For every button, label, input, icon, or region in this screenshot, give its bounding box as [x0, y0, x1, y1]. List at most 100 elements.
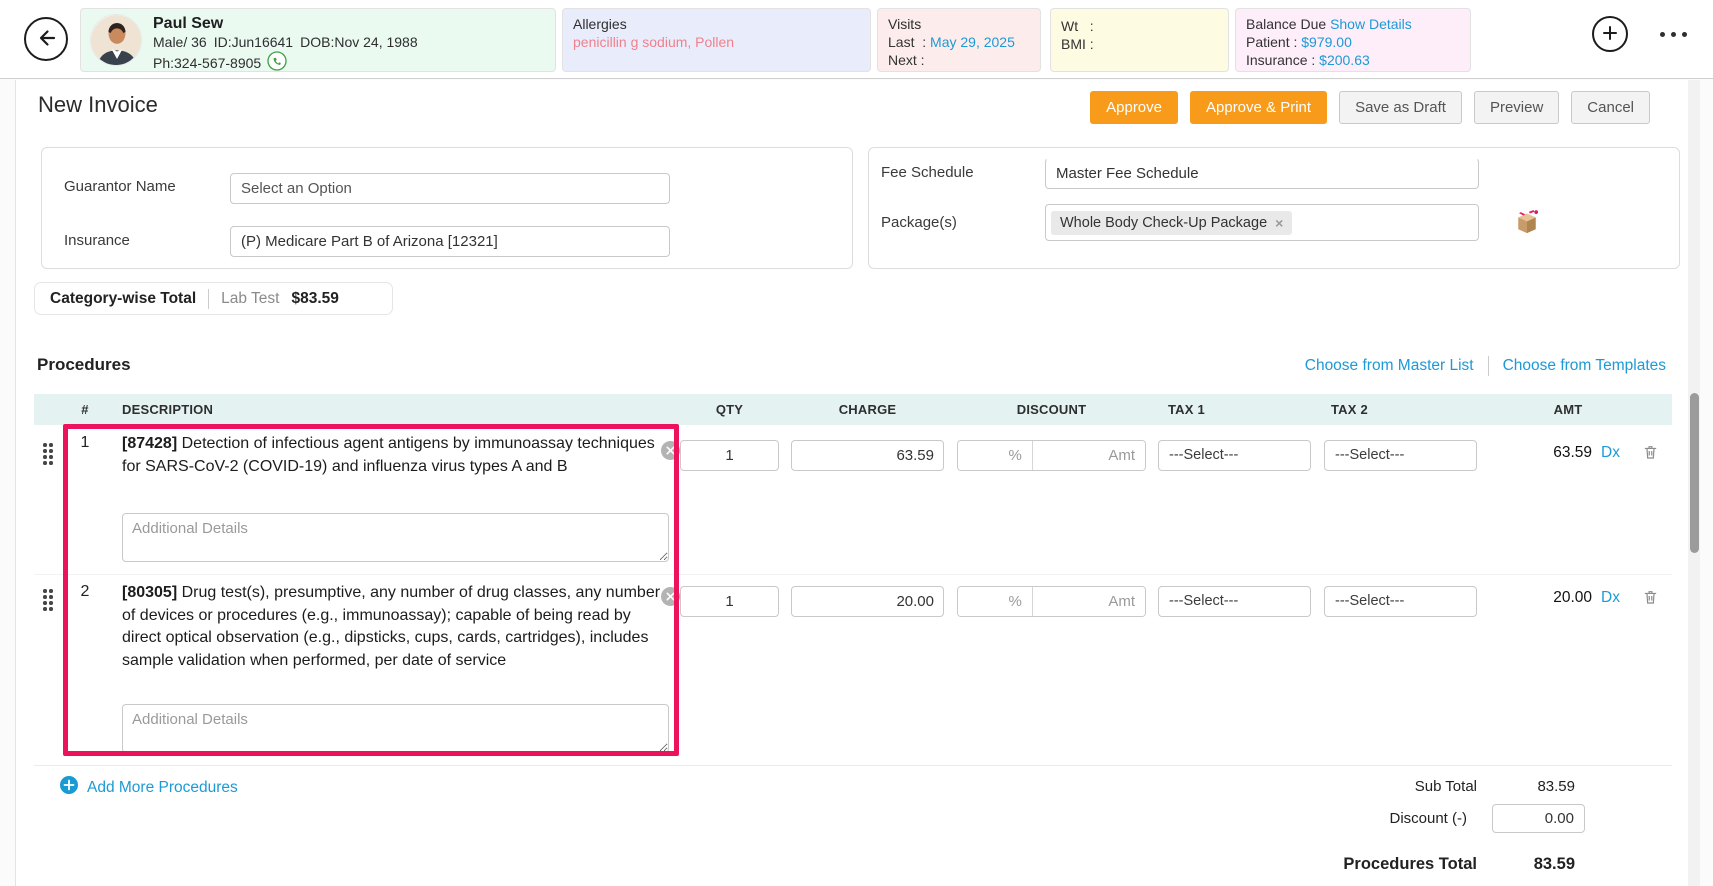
table-divider	[34, 765, 1672, 766]
balance-due-title: Balance Due	[1246, 16, 1327, 32]
discount-percent-input[interactable]	[958, 441, 1033, 470]
col-num: #	[81, 402, 89, 417]
add-more-procedures-button[interactable]: Add More Procedures	[60, 776, 238, 799]
packages-label: Package(s)	[881, 214, 957, 231]
guarantor-select[interactable]	[230, 173, 670, 204]
col-qty: QTY	[715, 402, 744, 417]
arrow-left-icon	[34, 26, 58, 53]
vertical-scrollbar[interactable]	[1688, 80, 1700, 886]
charge-input[interactable]	[791, 440, 944, 471]
discount-label: Discount (-)	[1389, 810, 1467, 827]
choose-from-master-list-link[interactable]: Choose from Master List	[1305, 357, 1474, 375]
packages-multiselect[interactable]: Whole Body Check-Up Package ×	[1045, 204, 1479, 241]
row-number: 1	[80, 434, 90, 451]
category-name: Lab Test	[221, 289, 280, 307]
allergies-card[interactable]: Allergies penicillin g sodium, Pollen	[562, 8, 871, 72]
additional-details-textarea[interactable]	[122, 704, 669, 753]
discount-amount-input[interactable]	[1032, 441, 1145, 470]
col-amt: AMT	[1553, 402, 1583, 417]
charge-input[interactable]	[791, 586, 944, 617]
discount-percent-input[interactable]	[958, 587, 1033, 616]
procedures-total-value: 83.59	[1533, 855, 1575, 873]
tax2-select[interactable]: ---Select---	[1324, 586, 1477, 617]
phone-call-icon[interactable]	[267, 51, 287, 75]
category-total-label: Category-wise Total	[50, 289, 197, 307]
fee-package-panel: Fee Schedule Package(s) Whole Body Check…	[868, 147, 1680, 269]
approve-button[interactable]: Approve	[1090, 91, 1178, 124]
vitals-card[interactable]: Wt : BMI :	[1050, 8, 1229, 72]
new-invoice-panel: New Invoice Approve Approve & Print Save…	[15, 80, 1700, 886]
allergies-value: penicillin g sodium, Pollen	[573, 34, 735, 50]
balance-patient-label: Patient :	[1246, 34, 1298, 50]
insurance-label: Insurance	[64, 232, 130, 249]
back-button[interactable]	[24, 17, 68, 61]
subtotal-row: Sub Total 83.59	[1116, 778, 1575, 795]
col-description: DESCRIPTION	[122, 402, 214, 417]
dx-link[interactable]: Dx	[1601, 589, 1620, 607]
delete-row-button[interactable]	[1642, 443, 1659, 461]
ellipsis-icon	[1660, 31, 1665, 37]
col-discount: DISCOUNT	[1016, 402, 1087, 417]
visits-last-label: Last :	[888, 34, 927, 50]
col-tax1: TAX 1	[1168, 402, 1205, 417]
patient-card[interactable]: Paul Sew Male/ 36 ID:Jun16641 DOB:Nov 24…	[80, 8, 556, 72]
remove-procedure-button[interactable]	[661, 441, 680, 460]
patient-header-bar: Paul Sew Male/ 36 ID:Jun16641 DOB:Nov 24…	[0, 0, 1713, 79]
qty-input[interactable]	[680, 440, 779, 471]
weight-label: Wt :	[1061, 18, 1094, 34]
avatar	[90, 14, 142, 66]
visits-next-label: Next :	[888, 52, 925, 68]
chip-remove-icon[interactable]: ×	[1275, 215, 1283, 231]
tax2-select[interactable]: ---Select---	[1324, 440, 1477, 471]
save-as-draft-button[interactable]: Save as Draft	[1339, 91, 1462, 124]
invoice-discount-input[interactable]	[1492, 804, 1585, 833]
procedure-row: 2 [80305] Drug test(s), presumptive, any…	[34, 574, 1672, 765]
procedure-row: 1 [87428] Detection of infectious agent …	[34, 426, 1672, 574]
remove-procedure-button[interactable]	[661, 587, 680, 606]
col-charge: CHARGE	[838, 402, 897, 417]
procedure-description: [80305] Drug test(s), presumptive, any n…	[122, 584, 661, 669]
balance-patient-value: $979.00	[1301, 34, 1352, 50]
tax1-select[interactable]: ---Select---	[1158, 440, 1311, 471]
balance-insurance-value: $200.63	[1319, 52, 1370, 68]
balance-due-card[interactable]: Balance Due Show Details Patient : $979.…	[1235, 8, 1471, 72]
more-options-button[interactable]	[1658, 26, 1689, 43]
procedure-description: [87428] Detection of infectious agent an…	[122, 435, 655, 475]
discount-inputs	[957, 440, 1146, 471]
drag-handle-icon[interactable]	[43, 589, 54, 612]
procedures-table-header: # DESCRIPTION QTY CHARGE DISCOUNT TAX 1 …	[34, 394, 1672, 425]
allergies-title: Allergies	[573, 16, 627, 32]
patient-dob: DOB:Nov 24, 1988	[300, 34, 418, 50]
preview-button[interactable]: Preview	[1473, 91, 1560, 124]
patient-name: Paul Sew	[153, 15, 224, 32]
delete-row-button[interactable]	[1642, 588, 1659, 606]
dx-link[interactable]: Dx	[1601, 444, 1620, 462]
balance-insurance-label: Insurance :	[1246, 52, 1316, 68]
insurance-select[interactable]	[230, 226, 670, 257]
choose-from-templates-link[interactable]: Choose from Templates	[1503, 357, 1666, 375]
category-amount: $83.59	[291, 289, 339, 307]
toolbar-buttons: Approve Approve & Print Save as Draft Pr…	[1090, 91, 1650, 124]
scrollbar-thumb[interactable]	[1689, 393, 1699, 553]
visits-title: Visits	[888, 16, 922, 32]
tax1-select[interactable]: ---Select---	[1158, 586, 1311, 617]
visits-card[interactable]: Visits Last : May 29, 2025 Next :	[877, 8, 1041, 72]
qty-input[interactable]	[680, 586, 779, 617]
show-details-link[interactable]: Show Details	[1330, 16, 1412, 32]
add-new-button[interactable]	[1592, 16, 1628, 52]
cancel-button[interactable]: Cancel	[1571, 91, 1650, 124]
row-number: 2	[80, 583, 90, 600]
approve-print-button[interactable]: Approve & Print	[1190, 91, 1328, 124]
additional-details-textarea[interactable]	[122, 513, 669, 562]
procedures-heading: Procedures	[37, 355, 131, 374]
package-box-icon[interactable]	[1513, 206, 1541, 239]
fee-schedule-select[interactable]	[1045, 158, 1479, 189]
discount-amount-input[interactable]	[1032, 587, 1145, 616]
subtotal-label: Sub Total	[1414, 778, 1477, 795]
drag-handle-icon[interactable]	[43, 443, 54, 466]
divider	[1487, 356, 1489, 376]
visits-last-date-link[interactable]: May 29, 2025	[930, 34, 1015, 50]
package-chip: Whole Body Check-Up Package ×	[1051, 210, 1293, 235]
subtotal-value: 83.59	[1537, 778, 1575, 795]
plus-circle-icon	[60, 776, 78, 799]
